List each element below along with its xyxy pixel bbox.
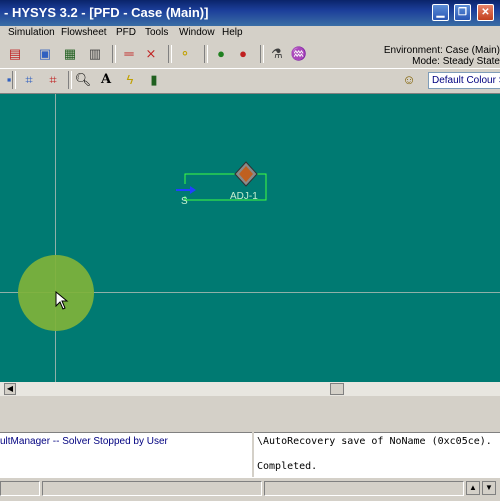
trace-window-left[interactable]: ultManager -- Solver Stopped by User: [0, 432, 252, 477]
title-bar: - HYSYS 3.2 - [PFD - Case (Main)] ▁ ❐ ✕: [0, 0, 500, 26]
open-case-icon[interactable]: ▣: [36, 45, 54, 63]
break-connection-icon[interactable]: ⌗: [44, 71, 62, 89]
solver-active-icon[interactable]: ●: [212, 45, 230, 63]
menu-flowsheet[interactable]: Flowsheet: [61, 27, 107, 38]
toolbar-separator: [12, 71, 16, 89]
scroll-left-arrow[interactable]: ◀: [4, 383, 16, 395]
close-button[interactable]: ✕: [477, 4, 494, 21]
mode-label: Mode: Steady State: [412, 56, 500, 67]
mixer-icon[interactable]: ⨯: [142, 45, 160, 63]
environment-info: Environment: Case (Main) Mode: Steady St…: [300, 45, 500, 67]
stream-s-arrow: [190, 186, 196, 194]
colour-scheme-select[interactable]: Default Colour S: [428, 72, 500, 89]
object-palette-icon[interactable]: ⚬: [176, 45, 194, 63]
toolbar-separator: [204, 45, 208, 63]
restore-button[interactable]: ❐: [454, 4, 471, 21]
panel-splitter[interactable]: [0, 398, 500, 432]
menu-help[interactable]: Help: [222, 27, 243, 38]
environment-label: Environment: Case (Main): [383, 45, 500, 56]
auto-position-icon[interactable]: ⌗: [20, 71, 38, 89]
pfd-canvas[interactable]: ADJ-1 S: [0, 94, 500, 382]
stream-label[interactable]: S: [181, 196, 188, 207]
stream-icon[interactable]: ═: [120, 45, 138, 63]
adjust-connector-top: [184, 173, 236, 184]
toolbar-separator: [260, 45, 264, 63]
menu-bar: Simulation Flowsheet PFD Tools Window He…: [0, 26, 500, 41]
new-case-icon[interactable]: ▤: [6, 45, 24, 63]
pfd-toolbar: ▪ ⌗ ⌗ 🔍︎ A ϟ ▮ ☺ Default Colour S: [0, 68, 500, 94]
palette-toggle-icon[interactable]: ▮: [145, 71, 163, 89]
save-case-icon[interactable]: ▦: [61, 45, 79, 63]
toolbar-separator: [112, 45, 116, 63]
adjust-label[interactable]: ADJ-1: [230, 191, 258, 202]
flask-icon[interactable]: ⚗: [268, 45, 286, 63]
trace-message: ultManager -- Solver Stopped by User: [0, 436, 168, 447]
smiley-icon[interactable]: ☺: [400, 71, 418, 89]
menu-tools[interactable]: Tools: [145, 27, 168, 38]
crosshair-vertical: [55, 94, 56, 382]
trace-completed-line: Completed.: [257, 461, 318, 472]
minimize-button[interactable]: ▁: [432, 4, 449, 21]
zoom-icon[interactable]: 🔍︎: [74, 71, 92, 89]
menu-simulation[interactable]: Simulation: [8, 27, 55, 38]
trace-window-right[interactable]: \AutoRecovery save of NoName (0xc05ce). …: [254, 432, 500, 477]
workbook-icon[interactable]: ▥: [86, 45, 104, 63]
adjust-operation-diagram[interactable]: [170, 156, 280, 216]
menu-window[interactable]: Window: [179, 27, 215, 38]
trace-autorecovery-line: \AutoRecovery save of NoName (0xc05ce).: [257, 436, 492, 447]
status-down-arrow[interactable]: ▼: [482, 481, 496, 495]
text-label-icon[interactable]: A: [97, 71, 115, 89]
scroll-thumb[interactable]: [330, 383, 344, 395]
window-title: - HYSYS 3.2 - [PFD - Case (Main)]: [4, 5, 209, 20]
toolbar-separator: [68, 71, 72, 89]
status-bar: ▲ ▼: [0, 477, 500, 501]
status-panel-2: [42, 481, 262, 496]
status-panel-1: [0, 481, 40, 496]
status-panel-3: [264, 481, 464, 496]
pfd-horizontal-scrollbar[interactable]: ◀: [0, 382, 500, 396]
solver-hold-icon[interactable]: ●: [234, 45, 252, 63]
lightning-icon[interactable]: ϟ: [121, 71, 139, 89]
status-up-arrow[interactable]: ▲: [466, 481, 480, 495]
menu-pfd[interactable]: PFD: [116, 27, 136, 38]
mouse-pointer-icon: [55, 291, 69, 310]
toolbar-separator: [168, 45, 172, 63]
